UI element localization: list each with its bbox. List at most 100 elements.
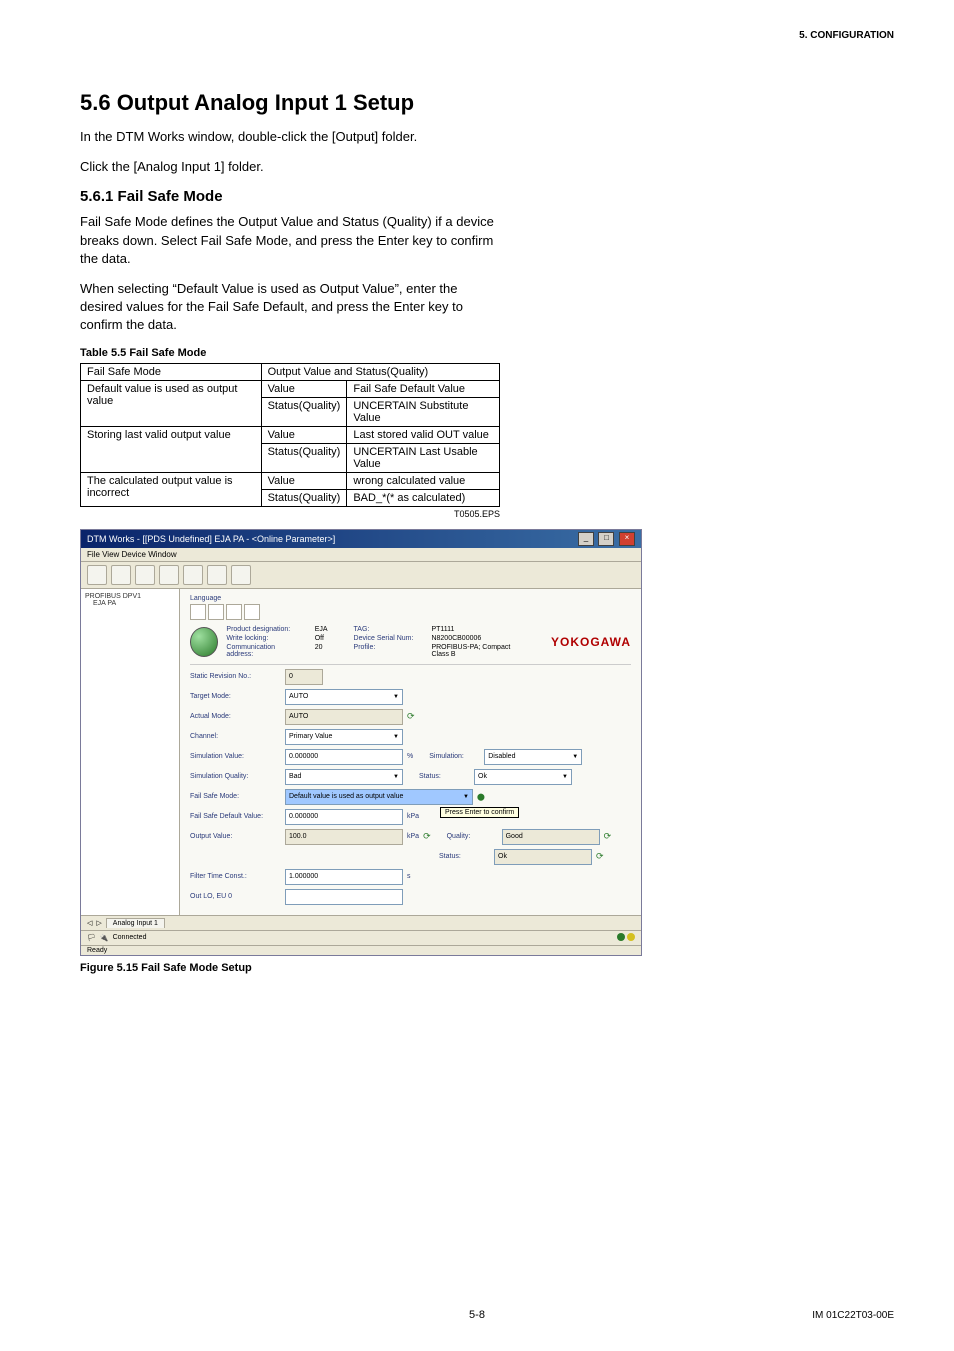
sim-value-input[interactable]: 0.000000: [285, 749, 403, 765]
label: Simulation Quality:: [190, 773, 285, 780]
chevron-down-icon: ▼: [562, 770, 568, 784]
refresh-icon[interactable]: ⟳: [604, 831, 612, 842]
chevron-down-icon: ▼: [572, 750, 578, 764]
dtm-topstrip: Product designation:EJA Write locking:Of…: [190, 624, 631, 665]
info-label: Product designation:: [226, 626, 296, 633]
label: Status:: [439, 853, 494, 860]
iconbox-row: [190, 604, 631, 620]
minimize-icon[interactable]: _: [578, 532, 594, 546]
row-sim-quality: Simulation Quality: Bad▼ Status: Ok▼: [190, 769, 631, 785]
device-info-grid: Product designation:EJA Write locking:Of…: [226, 626, 345, 658]
cell-k: Value: [261, 380, 347, 397]
apply-icon[interactable]: ⬤: [477, 793, 485, 801]
dtm-menubar[interactable]: File View Device Window: [81, 548, 641, 562]
info-value: EJA: [315, 626, 328, 633]
connection-status: 🏳 🔌 Connected: [87, 934, 146, 942]
figure-caption: Figure 5.15 Fail Safe Mode Setup: [80, 962, 894, 974]
para-3: Fail Safe Mode defines the Output Value …: [80, 213, 500, 268]
panel-icon[interactable]: [208, 604, 224, 620]
fail-safe-default-input[interactable]: 0.000000: [285, 809, 403, 825]
actual-mode-field: AUTO: [285, 709, 403, 725]
sim-quality-select[interactable]: Bad▼: [285, 769, 403, 785]
cell-v: Last stored valid OUT value: [347, 426, 500, 443]
toolbar-button[interactable]: [183, 565, 203, 585]
label: Simulation:: [429, 753, 484, 760]
connected-label: Connected: [113, 934, 147, 941]
refresh-icon[interactable]: ⟳: [596, 851, 604, 862]
status-leds: [617, 933, 635, 943]
channel-select[interactable]: Primary Value▼: [285, 729, 403, 745]
maximize-icon[interactable]: □: [598, 532, 614, 546]
page-number: 5-8: [469, 1309, 485, 1321]
panel-icon[interactable]: [226, 604, 242, 620]
unit: kPa: [407, 833, 419, 840]
table-note: T0505.EPS: [80, 509, 500, 519]
dtm-ready: Ready: [81, 945, 641, 955]
dtm-body: PROFIBUS DPV1 EJA PA Language Product de…: [81, 589, 641, 915]
toolbar-button[interactable]: [111, 565, 131, 585]
toolbar-button[interactable]: [231, 565, 251, 585]
out-lo-input[interactable]: [285, 889, 403, 905]
row-actual-mode: Actual Mode: AUTO ⟳: [190, 709, 631, 725]
tree-child[interactable]: EJA PA: [85, 600, 175, 607]
brand-logo: YOKOGAWA: [551, 635, 631, 649]
label: Actual Mode:: [190, 713, 285, 720]
sim-status-select[interactable]: Ok▼: [474, 769, 572, 785]
row-filter-time: Filter Time Const.: 1.000000 s: [190, 869, 631, 885]
table-row: Storing last valid output value Value La…: [81, 426, 500, 443]
sim-enable-select[interactable]: Disabled▼: [484, 749, 582, 765]
chevron-down-icon: ▼: [393, 770, 399, 784]
close-icon[interactable]: ×: [619, 532, 635, 546]
label: Quality:: [447, 833, 502, 840]
label: Status:: [419, 773, 474, 780]
chevron-down-icon: ▼: [463, 790, 469, 804]
para-1: In the DTM Works window, double-click th…: [80, 128, 500, 146]
toolbar-button[interactable]: [87, 565, 107, 585]
panel-icon[interactable]: [244, 604, 260, 620]
chevron-down-icon: ▼: [393, 730, 399, 744]
tooltip: Press Enter to confirm: [440, 807, 519, 818]
dtm-titlebar[interactable]: DTM Works - [[PDS Undefined] EJA PA - <O…: [81, 530, 641, 548]
label: Simulation Value:: [190, 753, 285, 760]
cell-k: Status(Quality): [261, 489, 347, 506]
cell-v: wrong calculated value: [347, 472, 500, 489]
panel-icon[interactable]: [190, 604, 206, 620]
language-label: Language: [190, 595, 631, 602]
flag-icon: 🏳: [87, 934, 96, 942]
toolbar-button[interactable]: [135, 565, 155, 585]
tab-analog-input-1[interactable]: Analog Input 1: [106, 918, 165, 928]
toolbar-button[interactable]: [207, 565, 227, 585]
dtm-title: DTM Works - [[PDS Undefined] EJA PA - <O…: [87, 534, 335, 544]
dtm-tree[interactable]: PROFIBUS DPV1 EJA PA: [81, 589, 180, 915]
led-yellow-icon: [627, 933, 635, 941]
refresh-icon[interactable]: ⟳: [423, 831, 431, 842]
target-mode-select[interactable]: AUTO▼: [285, 689, 403, 705]
unit: %: [407, 753, 413, 760]
table-caption: Table 5.5 Fail Safe Mode: [80, 347, 894, 359]
cell-v: BAD_*(* as calculated): [347, 489, 500, 506]
cell-v: Fail Safe Default Value: [347, 380, 500, 397]
cell-v: UNCERTAIN Substitute Value: [347, 397, 500, 426]
heading-main: 5.6 Output Analog Input 1 Setup: [80, 90, 894, 116]
row-sim-value: Simulation Value: 0.000000 % Simulation:…: [190, 749, 631, 765]
label: Out LO, EU 0: [190, 893, 285, 900]
device-globe-icon: [190, 627, 218, 657]
row-static-rev: Static Revision No.: 0: [190, 669, 631, 685]
cell-k: Status(Quality): [261, 397, 347, 426]
info-value: 20: [315, 644, 328, 658]
dtm-toolbar: [81, 562, 641, 589]
cell-v: UNCERTAIN Last Usable Value: [347, 443, 500, 472]
tab-nav-icon[interactable]: ▷: [96, 919, 101, 927]
refresh-icon[interactable]: ⟳: [407, 711, 415, 722]
filter-time-input[interactable]: 1.000000: [285, 869, 403, 885]
failsafe-table: Fail Safe Mode Output Value and Status(Q…: [80, 363, 500, 507]
toolbar-button[interactable]: [159, 565, 179, 585]
tree-root[interactable]: PROFIBUS DPV1: [85, 593, 175, 600]
label: Channel:: [190, 733, 285, 740]
label: Filter Time Const.:: [190, 873, 285, 880]
output-value-field: 100.0: [285, 829, 403, 845]
fail-safe-mode-select[interactable]: Default value is used as output value▼: [285, 789, 473, 805]
info-label: Device Serial Num:: [354, 635, 414, 642]
tab-nav-icon[interactable]: ◁: [87, 919, 92, 927]
info-label: Profile:: [354, 644, 414, 658]
